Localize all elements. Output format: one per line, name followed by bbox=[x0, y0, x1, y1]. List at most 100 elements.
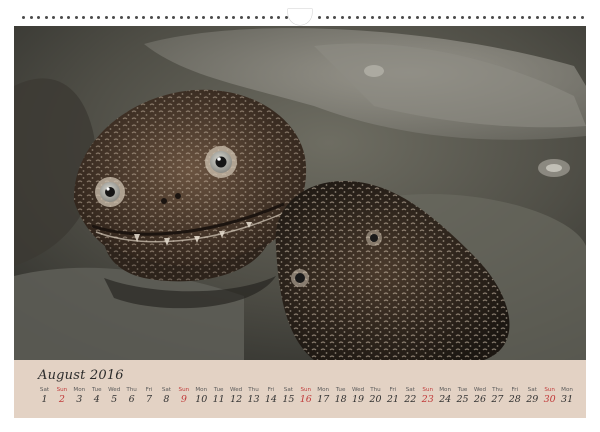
day-cell: Tue 18 bbox=[332, 387, 349, 406]
day-cell: Sat 1 bbox=[36, 387, 53, 406]
binding-hole bbox=[187, 16, 190, 19]
weekday-label: Wed bbox=[108, 387, 121, 393]
binding-hole bbox=[157, 16, 160, 19]
binding-hole bbox=[453, 16, 456, 19]
day-cell: Sun 2 bbox=[53, 387, 70, 406]
day-number: 29 bbox=[526, 394, 539, 405]
day-number: 1 bbox=[41, 394, 48, 405]
day-cell: Mon 3 bbox=[71, 387, 88, 406]
binding-hole bbox=[74, 16, 78, 19]
day-number: 14 bbox=[264, 394, 277, 405]
day-number: 13 bbox=[247, 394, 260, 405]
day-cell: Thu 6 bbox=[123, 387, 140, 406]
binding-hole bbox=[172, 16, 175, 19]
day-number: 5 bbox=[111, 394, 118, 405]
day-number: 18 bbox=[334, 394, 347, 405]
weekday-label: Sat bbox=[527, 387, 537, 393]
day-number: 28 bbox=[508, 394, 521, 405]
day-cell: Fri 28 bbox=[506, 387, 523, 406]
binding-hole bbox=[468, 16, 471, 19]
binding-hole bbox=[580, 16, 584, 19]
binding-hole bbox=[490, 16, 494, 19]
binding-hole bbox=[284, 16, 288, 19]
binding-hole bbox=[498, 16, 501, 19]
calendar-page: August 2016 Sat 1 Sun 2 Mon 3 Tue 4 Wed 5 Thu 6 Fri 7… bbox=[0, 0, 600, 432]
day-number: 10 bbox=[195, 394, 208, 405]
binding-hole bbox=[67, 16, 70, 19]
day-number: 4 bbox=[93, 394, 100, 405]
day-cell: Wed 5 bbox=[106, 387, 123, 406]
weekday-label: Sat bbox=[405, 387, 415, 393]
day-cell: Mon 17 bbox=[315, 387, 332, 406]
weekday-label: Sat bbox=[161, 387, 171, 393]
day-number: 25 bbox=[456, 394, 469, 405]
binding-hole bbox=[325, 16, 329, 19]
binding-hole bbox=[565, 16, 569, 19]
day-number: 22 bbox=[404, 394, 417, 405]
day-number: 31 bbox=[561, 394, 574, 405]
day-cell: Sat 22 bbox=[402, 387, 419, 406]
binding-hole bbox=[423, 16, 426, 19]
binding-hole bbox=[370, 16, 374, 19]
binding-hole bbox=[483, 16, 486, 19]
binding-hole bbox=[217, 16, 220, 19]
weekday-label: Mon bbox=[317, 387, 330, 393]
day-number: 12 bbox=[230, 394, 243, 405]
day-number: 20 bbox=[369, 394, 382, 405]
day-cell: Mon 31 bbox=[559, 387, 576, 406]
weekday-label: Wed bbox=[230, 387, 243, 393]
weekday-label: Fri bbox=[267, 387, 275, 393]
binding-hole bbox=[209, 16, 213, 19]
day-number: 27 bbox=[491, 394, 504, 405]
binding-hole bbox=[97, 16, 100, 19]
binding-hole bbox=[438, 16, 441, 19]
weekday-label: Sun bbox=[300, 387, 312, 393]
weekday-label: Mon bbox=[561, 387, 573, 393]
day-number: 21 bbox=[386, 394, 399, 405]
weekday-label: Wed bbox=[351, 387, 365, 393]
weekday-label: Thu bbox=[370, 387, 381, 393]
day-cell: Wed 19 bbox=[350, 387, 367, 406]
weekday-label: Mon bbox=[439, 387, 452, 393]
binding-hole bbox=[254, 16, 258, 19]
day-cell: Sun 9 bbox=[175, 387, 192, 406]
day-cell: Fri 21 bbox=[384, 387, 401, 406]
binding-hole bbox=[385, 16, 389, 19]
binding-hole bbox=[134, 16, 138, 19]
binding-hole bbox=[127, 16, 130, 19]
weekday-label: Tue bbox=[335, 387, 346, 393]
binding-hole bbox=[460, 16, 464, 19]
binding-hole bbox=[44, 16, 48, 19]
day-cell: Wed 12 bbox=[228, 387, 245, 406]
day-number: 23 bbox=[421, 394, 434, 405]
binding-hole bbox=[408, 16, 411, 19]
day-cell: Tue 4 bbox=[88, 387, 105, 406]
day-cell: Mon 10 bbox=[193, 387, 210, 406]
binding-hole bbox=[528, 16, 531, 19]
weekday-label: Tue bbox=[213, 387, 224, 393]
binding-hole bbox=[22, 16, 25, 19]
day-number: 7 bbox=[145, 394, 153, 405]
binding-hole bbox=[119, 16, 123, 19]
binding-hole bbox=[535, 16, 539, 19]
binding-hole bbox=[363, 16, 366, 19]
day-number: 16 bbox=[299, 394, 312, 405]
binding-hole bbox=[333, 16, 336, 19]
weekday-label: Mon bbox=[73, 387, 86, 393]
binding-hole bbox=[520, 16, 524, 19]
day-number: 11 bbox=[212, 394, 225, 405]
binding-hole bbox=[247, 16, 250, 19]
weekday-label: Thu bbox=[248, 387, 259, 393]
weekday-label: Mon bbox=[195, 387, 208, 393]
day-cell: Sun 16 bbox=[297, 387, 314, 406]
binding-hole bbox=[239, 16, 243, 19]
weekday-label: Fri bbox=[145, 387, 153, 393]
spiral-binding bbox=[0, 0, 600, 26]
day-number: 2 bbox=[58, 394, 65, 405]
binding-hole bbox=[89, 16, 93, 19]
binding-hole bbox=[112, 16, 115, 19]
day-number: 26 bbox=[473, 394, 487, 405]
day-cell: Sat 15 bbox=[280, 387, 297, 406]
binding-hole bbox=[475, 16, 479, 19]
salamander-photo bbox=[14, 26, 586, 360]
